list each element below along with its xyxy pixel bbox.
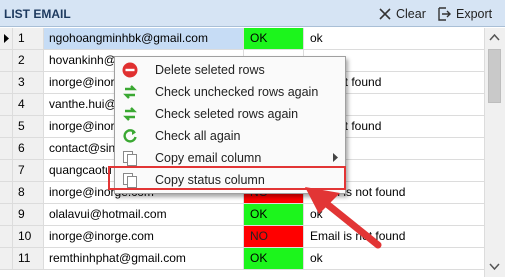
pointer-arrow-icon xyxy=(305,187,382,249)
